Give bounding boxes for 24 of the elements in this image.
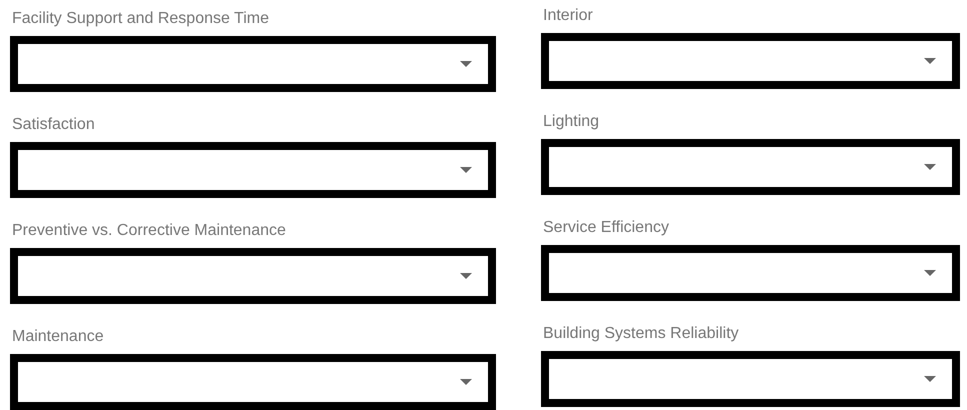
- field-label: Facility Support and Response Time: [11, 9, 270, 29]
- dropdown-field[interactable]: [10, 142, 496, 198]
- dropdown-field[interactable]: [541, 33, 960, 89]
- caret-icon: [924, 270, 936, 276]
- caret-icon: [924, 376, 936, 382]
- caret-icon: [924, 164, 936, 170]
- field-label: Building Systems Reliability: [542, 324, 740, 344]
- dropdown-field[interactable]: [541, 139, 960, 195]
- dropdown-field[interactable]: [10, 36, 496, 92]
- caret-icon: [924, 58, 936, 64]
- caret-icon: [460, 167, 472, 173]
- field-label: Maintenance: [11, 327, 105, 347]
- caret-icon: [460, 379, 472, 385]
- dropdown-field[interactable]: [10, 354, 496, 410]
- field-label: Service Efficiency: [542, 218, 670, 238]
- caret-icon: [460, 273, 472, 279]
- field-label: Interior: [542, 6, 594, 26]
- dropdown-field[interactable]: [541, 245, 960, 301]
- field-label: Satisfaction: [11, 115, 96, 135]
- dropdown-field[interactable]: [10, 248, 496, 304]
- dropdown-field[interactable]: [541, 351, 960, 407]
- caret-icon: [460, 61, 472, 67]
- field-label: Preventive vs. Corrective Maintenance: [11, 221, 287, 241]
- field-label: Lighting: [542, 112, 600, 132]
